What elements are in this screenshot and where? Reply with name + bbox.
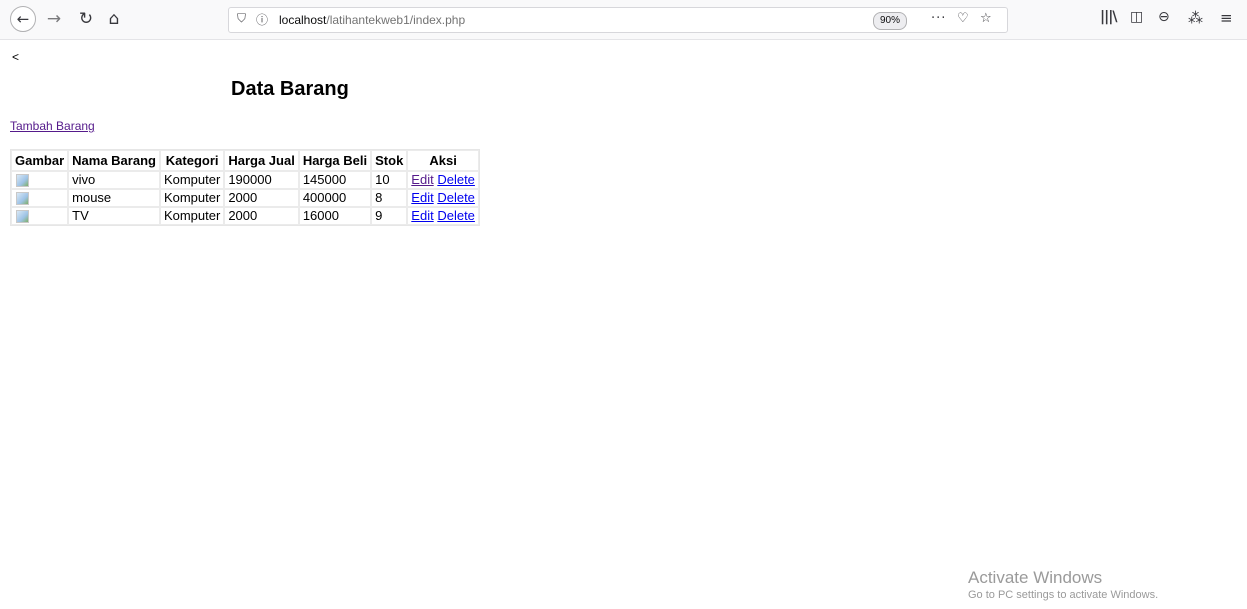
cell-gambar [11, 189, 69, 207]
table-row: TV Komputer 2000 16000 9 Edit Delete [11, 207, 479, 225]
header-harga-jual: Harga Jual [224, 150, 299, 171]
header-gambar: Gambar [11, 150, 69, 171]
arrow-right-icon: → [46, 9, 62, 29]
page-title: Data Barang [231, 78, 349, 100]
info-icon[interactable]: ⓘ [256, 11, 268, 28]
url-host: localhost [279, 13, 327, 27]
url-text[interactable]: localhost/latihantekweb1/index.php [279, 13, 465, 27]
reload-icon: ↻ [78, 9, 94, 29]
cell-nama: vivo [68, 171, 160, 189]
cell-aksi: Edit Delete [407, 171, 479, 189]
more-icon[interactable]: ··· [931, 11, 946, 26]
cell-gambar [11, 171, 69, 189]
edit-link[interactable]: Edit [411, 190, 433, 205]
address-bar[interactable]: ⛉ ⓘ localhost/latihantekweb1/index.php 9… [228, 7, 1008, 33]
header-nama-barang: Nama Barang [68, 150, 160, 171]
cell-kategori: Komputer [159, 189, 225, 207]
header-stok: Stok [371, 150, 408, 171]
pocket-icon[interactable]: ♡ [957, 11, 969, 26]
delete-link[interactable]: Delete [437, 190, 475, 205]
cell-stok: 9 [371, 207, 408, 225]
table-row: mouse Komputer 2000 400000 8 Edit Delete [11, 189, 479, 207]
watermark-subtitle: Go to PC settings to activate Windows. [968, 589, 1159, 601]
page-content: < Data Barang Tambah Barang Gambar Nama … [0, 40, 1247, 609]
edit-link[interactable]: Edit [411, 172, 433, 187]
cell-stok: 8 [371, 189, 408, 207]
cell-gambar [11, 207, 69, 225]
add-item-link[interactable]: Tambah Barang [10, 119, 95, 133]
forward-button[interactable]: → [44, 6, 64, 32]
star-icon[interactable]: ☆ [980, 11, 992, 26]
cell-nama: mouse [68, 189, 160, 207]
cell-harga-beli: 400000 [298, 189, 372, 207]
watermark-title: Activate Windows [968, 568, 1103, 587]
header-aksi: Aksi [407, 150, 479, 171]
windows-activation-watermark: Activate Windows Go to PC settings to ac… [968, 568, 1158, 602]
hamburger-menu-icon[interactable]: ≡ [1220, 9, 1233, 27]
broken-image-icon [16, 174, 29, 188]
sidebar-icon[interactable]: ◫ [1130, 9, 1143, 25]
url-path: /latihantekweb1/index.php [326, 13, 466, 27]
account-icon[interactable]: ⊖ [1158, 9, 1170, 25]
header-kategori: Kategori [159, 150, 225, 171]
delete-link[interactable]: Delete [437, 172, 475, 187]
cell-harga-jual: 190000 [224, 171, 299, 189]
arrow-left-icon: ← [16, 10, 30, 28]
back-text: < [12, 50, 20, 64]
cell-aksi: Edit Delete [407, 189, 479, 207]
back-button[interactable]: ← [10, 6, 36, 32]
broken-image-icon [16, 192, 29, 206]
home-icon: ⌂ [108, 9, 120, 29]
cell-aksi: Edit Delete [407, 207, 479, 225]
extension-icon[interactable]: ⁂ [1188, 9, 1203, 27]
cell-harga-beli: 145000 [298, 171, 372, 189]
cell-nama: TV [68, 207, 160, 225]
cell-kategori: Komputer [159, 171, 225, 189]
cell-kategori: Komputer [159, 207, 225, 225]
shield-icon[interactable]: ⛉ [237, 11, 246, 26]
reload-button[interactable]: ↻ [76, 6, 96, 32]
edit-link[interactable]: Edit [411, 208, 433, 223]
cell-harga-jual: 2000 [224, 189, 299, 207]
home-button[interactable]: ⌂ [104, 6, 124, 32]
table-header-row: Gambar Nama Barang Kategori Harga Jual H… [11, 150, 479, 171]
cell-stok: 10 [371, 171, 408, 189]
cell-harga-jual: 2000 [224, 207, 299, 225]
items-table: Gambar Nama Barang Kategori Harga Jual H… [10, 149, 480, 226]
browser-toolbar: ← → ↻ ⌂ ⛉ ⓘ localhost/latihantekweb1/ind… [0, 0, 1247, 40]
table-row: vivo Komputer 190000 145000 10 Edit Dele… [11, 171, 479, 189]
zoom-level-badge[interactable]: 90% [873, 12, 908, 30]
delete-link[interactable]: Delete [437, 208, 475, 223]
header-harga-beli: Harga Beli [298, 150, 372, 171]
library-icon[interactable]: |||\ [1100, 9, 1117, 25]
broken-image-icon [16, 210, 29, 224]
cell-harga-beli: 16000 [298, 207, 372, 225]
